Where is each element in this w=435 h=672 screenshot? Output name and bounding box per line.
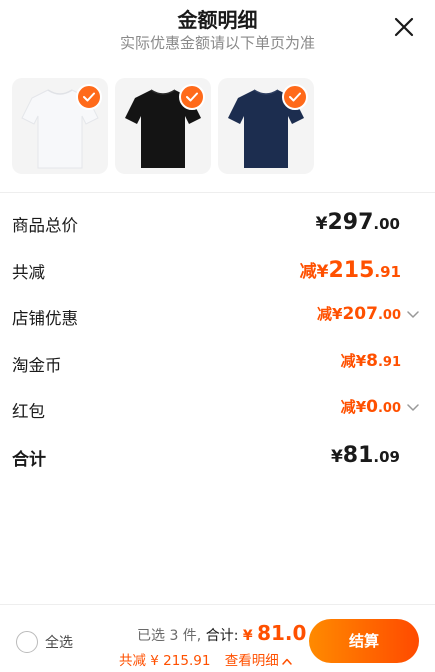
row-value: ¥297.00	[315, 210, 400, 235]
chevron-down-icon[interactable]	[407, 404, 419, 412]
row-label: 合计	[12, 449, 46, 470]
radio-unchecked-icon[interactable]	[16, 631, 38, 653]
close-button[interactable]	[393, 16, 415, 38]
checkout-bar: 全选 已选 3 件, 合计: ¥ 81.0 共减 ¥ 215.91 查看明细 结…	[0, 604, 435, 672]
total-label: 合计:	[205, 628, 239, 644]
row-value: 减¥207.00	[317, 304, 401, 324]
chevron-up-icon	[281, 658, 292, 665]
header: 金额明细 实际优惠金额请以下单页为准	[0, 0, 435, 60]
row-store-discount[interactable]: 店铺优惠 减¥207.00	[0, 293, 435, 340]
checkmark-icon	[186, 92, 198, 102]
close-icon	[394, 17, 414, 37]
row-label: 店铺优惠	[12, 309, 78, 328]
total-amount: 81.0	[257, 621, 307, 645]
product-thumbnail-white-tshirt[interactable]	[12, 78, 108, 174]
row-grand-total: 合计 ¥81.09	[0, 433, 435, 480]
row-value: ¥81.09	[330, 442, 400, 468]
product-thumbnails	[12, 78, 423, 174]
discount-total: 共减 ¥ 215.91	[119, 653, 211, 669]
product-thumbnail-black-tshirt[interactable]	[115, 78, 211, 174]
section-divider	[0, 192, 435, 193]
row-red-packet[interactable]: 红包 减¥0.00	[0, 386, 435, 433]
row-taojinbi: 淘金币 减¥8.91	[0, 340, 435, 387]
selection-summary: 已选 3 件, 合计: ¥ 81.0	[137, 621, 306, 645]
select-all-label: 全选	[45, 635, 73, 651]
row-label: 红包	[12, 402, 45, 421]
chevron-down-icon[interactable]	[407, 311, 419, 319]
selected-count: 已选 3 件,	[137, 628, 202, 644]
page-title: 金额明细	[177, 8, 258, 32]
checkmark-icon	[289, 92, 301, 102]
row-label: 淘金币	[12, 355, 62, 375]
row-value: 减¥0.00	[340, 397, 401, 417]
row-label: 共减	[12, 262, 45, 282]
selected-check-badge[interactable]	[76, 84, 102, 110]
row-value: 减¥215.91	[299, 257, 401, 283]
row-value: 减¥8.91	[340, 350, 401, 371]
view-detail-link[interactable]: 查看明细	[225, 653, 292, 669]
product-thumbnail-navy-tshirt[interactable]	[218, 78, 314, 174]
select-all-toggle[interactable]: 全选	[16, 631, 73, 653]
row-total-discount: 共减 减¥215.91	[0, 247, 435, 294]
discount-summary: 共减 ¥ 215.91 查看明细	[119, 649, 292, 669]
row-subtotal: 商品总价 ¥297.00	[0, 200, 435, 247]
selected-check-badge[interactable]	[179, 84, 205, 110]
price-breakdown: 商品总价 ¥297.00 共减 减¥215.91 店铺优惠 减¥207.00 淘…	[0, 200, 435, 479]
page-subtitle: 实际优惠金额请以下单页为准	[119, 34, 315, 52]
row-label: 商品总价	[12, 216, 78, 235]
checkmark-icon	[83, 92, 95, 102]
selected-check-badge[interactable]	[282, 84, 308, 110]
checkout-button[interactable]: 结算	[309, 619, 419, 663]
total-currency: ¥	[242, 628, 253, 644]
